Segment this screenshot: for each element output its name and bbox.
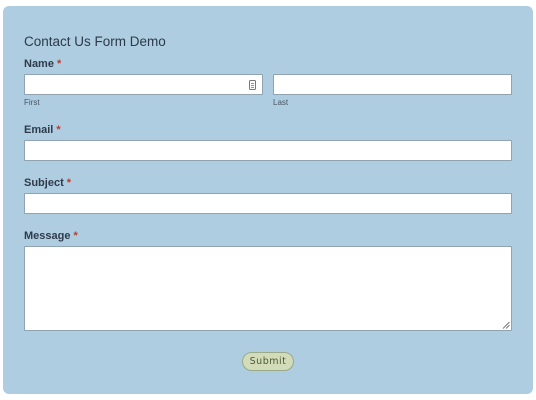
email-label: Email * bbox=[24, 124, 61, 136]
message-required-marker: * bbox=[73, 230, 78, 242]
email-required-marker: * bbox=[56, 124, 61, 136]
first-name-input[interactable] bbox=[24, 74, 263, 95]
first-name-sublabel: First bbox=[24, 98, 40, 107]
email-label-text: Email bbox=[24, 124, 54, 136]
name-label: Name * bbox=[24, 58, 61, 70]
resize-handle-icon[interactable] bbox=[502, 321, 510, 329]
last-name-sublabel: Last bbox=[273, 98, 289, 107]
submit-button[interactable]: Submit bbox=[242, 352, 294, 371]
name-required-marker: * bbox=[56, 58, 62, 70]
email-field[interactable] bbox=[24, 140, 512, 161]
contact-form: Contact Us Form Demo Name * First Last Em… bbox=[3, 6, 533, 394]
subject-label-text: Subject bbox=[24, 177, 64, 189]
form-title: Contact Us Form Demo bbox=[24, 34, 166, 49]
last-name-input[interactable] bbox=[273, 74, 512, 95]
subject-field[interactable] bbox=[24, 193, 512, 214]
message-textarea[interactable] bbox=[24, 246, 512, 331]
message-label: Message * bbox=[24, 230, 78, 242]
message-label-text: Message bbox=[24, 230, 71, 242]
name-label-text: Name bbox=[24, 58, 54, 70]
subject-required-marker: * bbox=[66, 177, 72, 189]
subject-label: Subject * bbox=[24, 177, 71, 189]
contact-card-icon[interactable] bbox=[249, 80, 256, 90]
